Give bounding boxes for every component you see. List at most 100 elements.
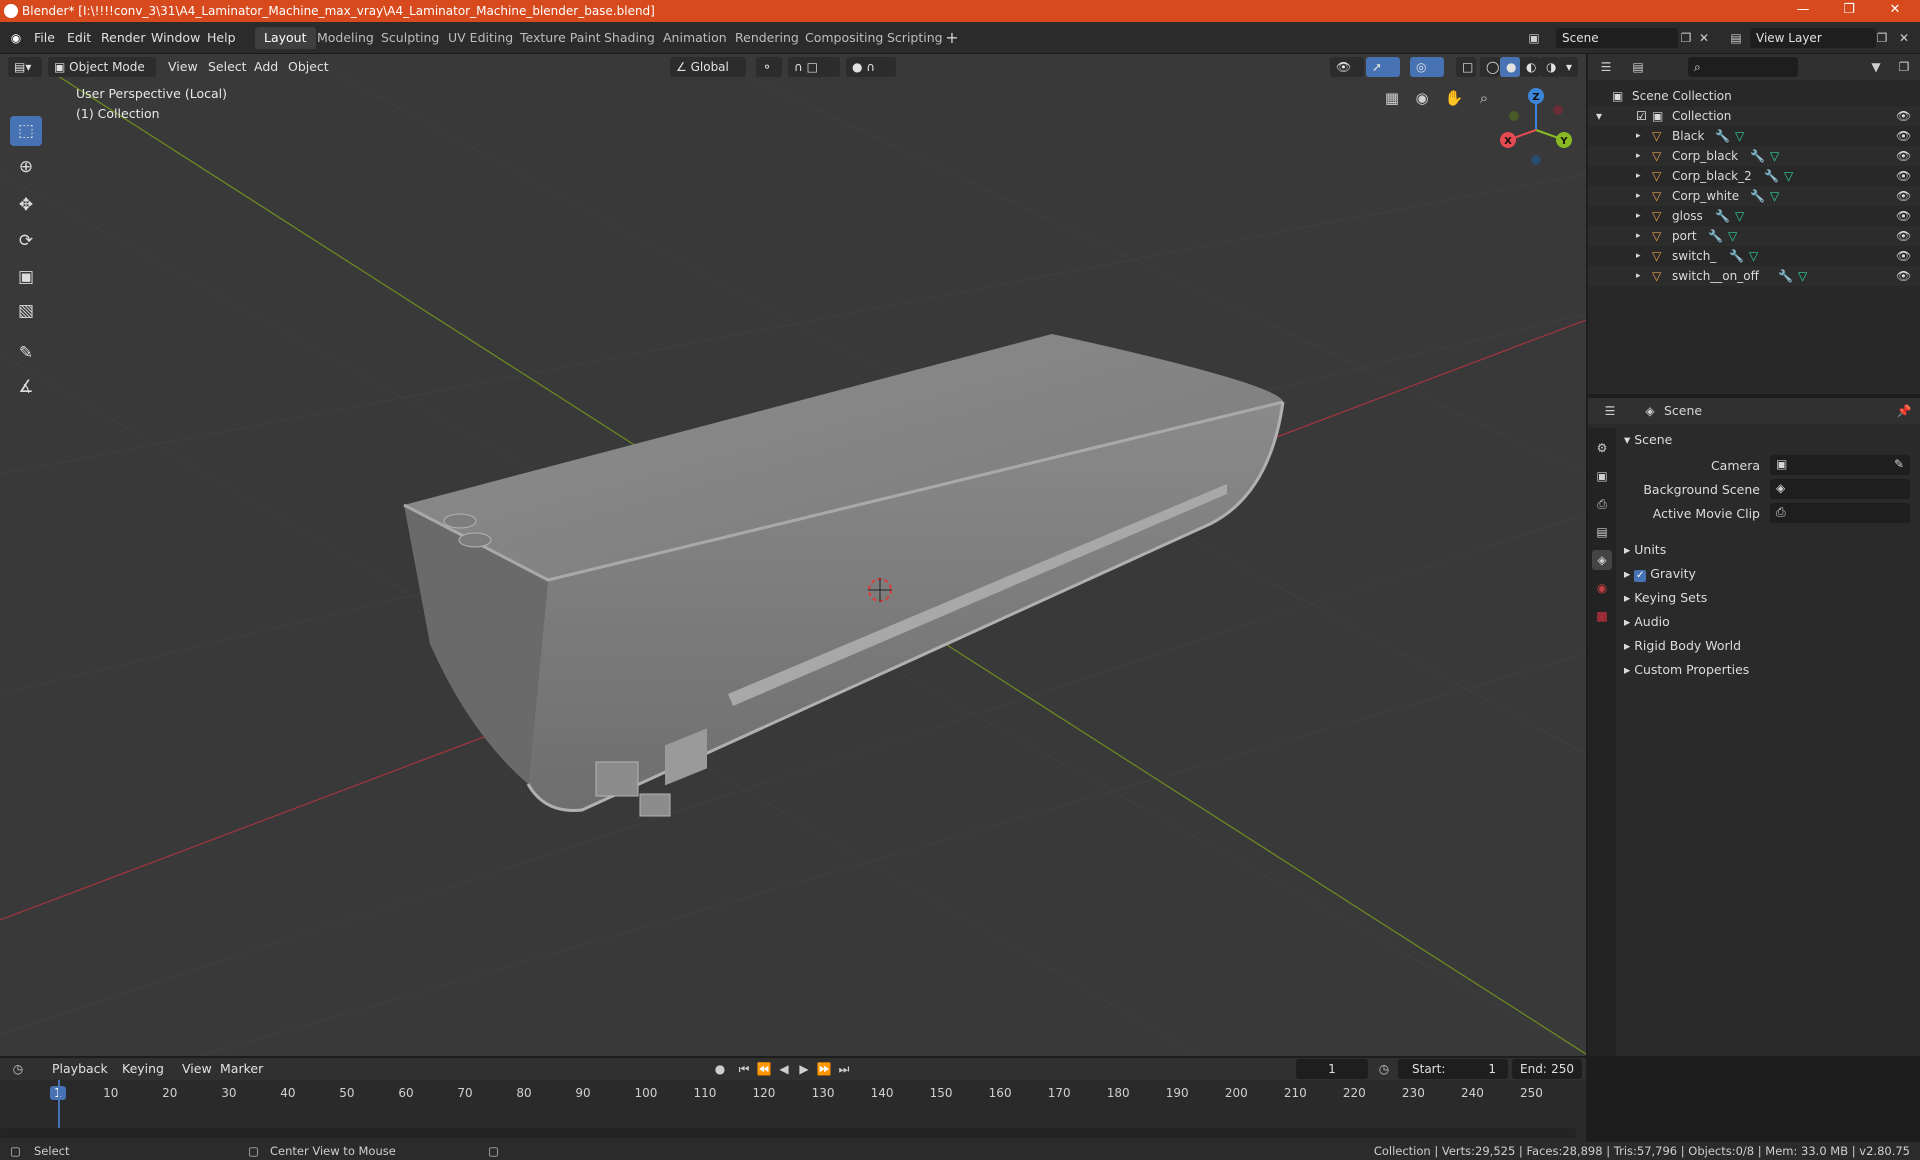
blender-menu-icon[interactable]: ◉ (6, 28, 26, 48)
viewport-menu-select[interactable]: Select (208, 57, 247, 77)
new-view-layer-icon[interactable]: ❐ (1872, 28, 1892, 48)
custom-properties-panel-toggle[interactable]: ▸ Custom Properties (1624, 662, 1749, 677)
visibility-eye-icon[interactable]: 👁 (1896, 266, 1911, 286)
display-mode-icon[interactable]: ▤ (1628, 57, 1648, 77)
gravity-panel-toggle[interactable]: ▸ ✓ Gravity (1624, 566, 1696, 582)
current-frame-field[interactable]: 1 (1296, 1059, 1368, 1079)
expand-icon[interactable]: ▸ (1636, 166, 1641, 186)
collapse-icon[interactable]: ▾ (1596, 106, 1602, 126)
record-icon[interactable]: ● (710, 1059, 730, 1079)
editor-type-icon[interactable]: ▤▾ (8, 57, 42, 77)
snap-icon[interactable]: ∩ □ (788, 57, 840, 77)
stopwatch-icon[interactable]: ◷ (1374, 1059, 1394, 1079)
viewport-menu-add[interactable]: Add (254, 57, 278, 77)
world-tab-icon[interactable]: ◉ (1592, 578, 1612, 598)
xray-icon[interactable]: □ (1456, 57, 1476, 77)
timeline-menu-marker[interactable]: Marker (220, 1059, 263, 1079)
view-layer-field[interactable]: View Layer (1750, 28, 1876, 48)
tool-tab-icon[interactable]: ⚙ (1592, 438, 1612, 458)
visibility-eye-icon[interactable]: 👁 (1896, 106, 1911, 126)
outliner-object-row[interactable]: ▸ ▽ gloss 🔧 ▽ 👁 (1588, 206, 1920, 226)
ortho-toggle-icon[interactable]: ▦ (1382, 88, 1402, 108)
collection-checkbox-icon[interactable]: ☑ (1636, 106, 1647, 126)
visibility-eye-icon[interactable]: 👁 (1896, 206, 1911, 226)
gravity-checkbox[interactable]: ✓ (1634, 570, 1647, 582)
navigation-gizmo[interactable]: Z Y X (1494, 86, 1580, 172)
move-tool-icon[interactable]: ✥ (10, 190, 42, 220)
tab-layout[interactable]: Layout (255, 27, 316, 49)
expand-icon[interactable]: ▸ (1636, 126, 1641, 146)
wireframe-shading-icon[interactable]: ◯ (1480, 57, 1500, 77)
expand-icon[interactable]: ▸ (1636, 226, 1641, 246)
rendered-shading-icon[interactable]: ◑ (1540, 57, 1560, 77)
gizmo-toggle-icon[interactable]: ➚ (1366, 57, 1400, 77)
texture-tab-icon[interactable]: ▩ (1592, 606, 1612, 626)
outliner-object-row[interactable]: ▸ ▽ Corp_black 🔧 ▽ 👁 (1588, 146, 1920, 166)
camera-field[interactable]: ▣ ✎ (1770, 455, 1910, 475)
orientation-selector[interactable]: ∠ Global (670, 57, 746, 77)
timeline-menu-keying[interactable]: Keying (122, 1059, 164, 1079)
delete-view-layer-icon[interactable]: ✕ (1894, 28, 1914, 48)
expand-icon[interactable]: ▸ (1636, 246, 1641, 266)
shading-options-icon[interactable]: ▾ (1560, 57, 1578, 77)
keying-sets-panel-toggle[interactable]: ▸ Keying Sets (1624, 590, 1707, 605)
add-workspace-icon[interactable]: + (942, 28, 962, 48)
visibility-eye-icon[interactable]: 👁 (1896, 126, 1911, 146)
outliner-editor-type-icon[interactable]: ☰ (1596, 57, 1616, 77)
playhead[interactable] (58, 1080, 60, 1128)
outliner-object-row[interactable]: ▸ ▽ Corp_black_2 🔧 ▽ 👁 (1588, 166, 1920, 186)
outliner-search-input[interactable]: ⌕ (1688, 57, 1798, 77)
tab-sculpting[interactable]: Sculpting (372, 27, 448, 49)
restore-icon[interactable]: ❐ (1834, 2, 1864, 20)
outliner-object-row[interactable]: ▸ ▽ Black 🔧 ▽ 👁 (1588, 126, 1920, 146)
menu-edit[interactable]: Edit (67, 30, 91, 45)
camera-view-icon[interactable]: ◉ (1412, 88, 1432, 108)
filter-icon[interactable]: ▼ (1866, 57, 1886, 77)
outliner-object-row[interactable]: ▸ ▽ Corp_white 🔧 ▽ 👁 (1588, 186, 1920, 206)
overlay-toggle-icon[interactable]: ◎ (1410, 57, 1444, 77)
tab-animation[interactable]: Animation (654, 27, 736, 49)
properties-editor-type-icon[interactable]: ☰ (1600, 401, 1620, 421)
tab-uv-editing[interactable]: UV Editing (439, 27, 522, 49)
units-panel-toggle[interactable]: ▸ Units (1624, 542, 1666, 557)
start-frame-field[interactable]: Start: 1 (1398, 1059, 1508, 1079)
menu-render[interactable]: Render (101, 30, 146, 45)
proportional-edit-icon[interactable]: ● ∩ (846, 57, 896, 77)
pin-icon[interactable]: 📌 (1894, 401, 1914, 421)
view-layer-tab-icon[interactable]: ▤ (1592, 522, 1612, 542)
play-reverse-icon[interactable]: ◀ (774, 1059, 794, 1079)
pivot-icon[interactable]: ⚬ (756, 57, 782, 77)
visibility-eye-icon[interactable]: 👁 (1896, 146, 1911, 166)
viewport-menu-view[interactable]: View (168, 57, 198, 77)
new-collection-icon[interactable]: ❐ (1894, 57, 1914, 77)
mode-selector[interactable]: ▣ Object Mode (48, 57, 156, 77)
timeline-scrollbar[interactable] (0, 1128, 1576, 1138)
laminator-model[interactable] (403, 334, 1285, 817)
outliner-collection[interactable]: ▾ ☑ ▣ Collection 👁 (1588, 106, 1920, 126)
menu-file[interactable]: File (34, 30, 55, 45)
select-box-tool-icon[interactable]: ⬚ (10, 116, 42, 146)
eyedropper-icon[interactable]: ✎ (1894, 457, 1904, 471)
delete-scene-icon[interactable]: ✕ (1694, 28, 1714, 48)
close-icon[interactable]: ✕ (1880, 2, 1910, 20)
viewport-menu-object[interactable]: Object (288, 57, 329, 77)
new-scene-icon[interactable]: ❐ (1676, 28, 1696, 48)
scene-panel-toggle[interactable]: ▾ Scene (1624, 432, 1672, 447)
outliner-scene-collection[interactable]: ▣ Scene Collection (1588, 86, 1920, 106)
measure-tool-icon[interactable]: ∡ (10, 372, 42, 402)
next-keyframe-icon[interactable]: ⏩ (814, 1059, 834, 1079)
expand-icon[interactable]: ▸ (1636, 146, 1641, 166)
scene-name-field[interactable]: Scene (1556, 28, 1678, 48)
audio-panel-toggle[interactable]: ▸ Audio (1624, 614, 1670, 629)
jump-end-icon[interactable]: ⏭ (834, 1059, 854, 1079)
background-scene-field[interactable]: ◈ (1770, 479, 1910, 499)
material-shading-icon[interactable]: ◐ (1520, 57, 1540, 77)
zoom-icon[interactable]: ⌕ (1474, 88, 1494, 108)
timeline-menu-view[interactable]: View (182, 1059, 212, 1079)
cursor-tool-icon[interactable]: ⊕ (10, 152, 42, 182)
play-icon[interactable]: ▶ (794, 1059, 814, 1079)
outliner-object-row[interactable]: ▸ ▽ port 🔧 ▽ 👁 (1588, 226, 1920, 246)
3d-viewport[interactable]: ▤▾ ▣ Object Mode View Select Add Object … (0, 54, 1586, 1056)
scene-tab-icon[interactable]: ◈ (1592, 550, 1612, 570)
annotate-tool-icon[interactable]: ✎ (10, 338, 42, 368)
